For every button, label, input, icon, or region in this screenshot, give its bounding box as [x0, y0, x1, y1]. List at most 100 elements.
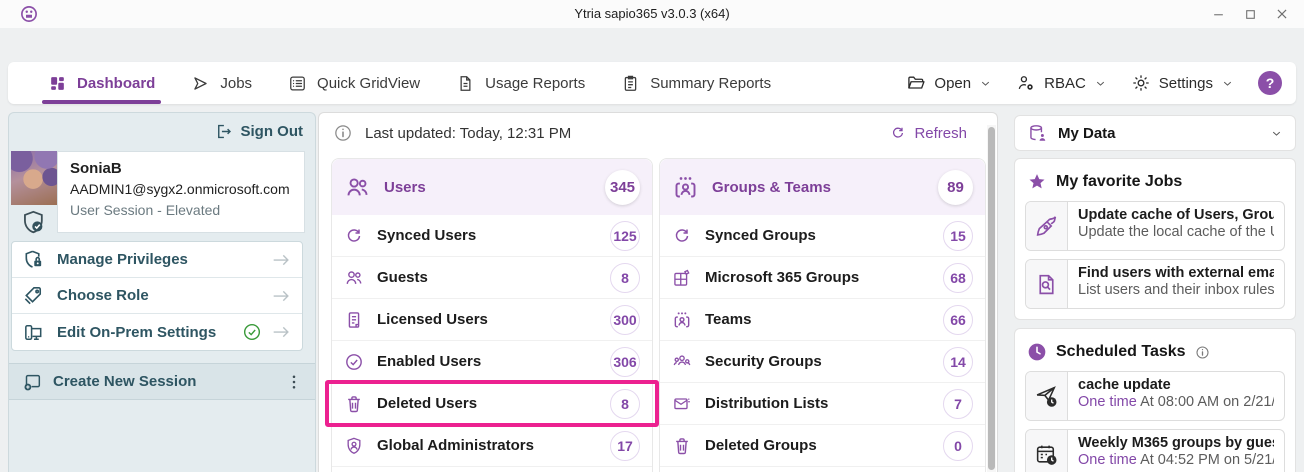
people-group-icon: [672, 352, 692, 372]
create-new-session-button[interactable]: Create New Session: [9, 363, 315, 400]
groups-total-badge: 89: [938, 170, 973, 205]
m365-box-icon: [672, 268, 692, 288]
count-badge: 15: [943, 221, 973, 251]
stat-label: Enabled Users: [377, 353, 481, 370]
stat-label: Licensed Users: [377, 311, 488, 328]
stat-row-distribution-lists[interactable]: Distribution Lists 7: [660, 383, 985, 425]
calendar-clock-icon: [1034, 442, 1059, 467]
count-badge: 300: [610, 305, 640, 335]
jobs-run-icon: [191, 74, 210, 93]
favorite-jobs-card: My favorite Jobs Update cache of Users, …: [1014, 158, 1296, 320]
gridview-list-icon: [288, 74, 307, 93]
stat-row-synced-users[interactable]: Synced Users 125: [332, 215, 652, 257]
stat-row-teams[interactable]: Teams 66: [660, 299, 985, 341]
schedule-detail: At 08:00 AM on 2/21/...: [1137, 394, 1274, 410]
favorite-jobs-title: My favorite Jobs: [1056, 173, 1182, 191]
kebab-menu-icon[interactable]: [285, 373, 303, 391]
tab-label: Usage Reports: [485, 75, 585, 92]
refresh-button[interactable]: Refresh: [890, 125, 967, 142]
users-total-badge: 345: [605, 170, 640, 205]
chevron-down-icon: [1270, 127, 1283, 140]
stat-row-deleted-groups[interactable]: Deleted Groups 0: [660, 425, 985, 467]
chevron-down-icon: [1094, 77, 1107, 90]
titlebar: Ytria sapio365 v3.0.3 (x64): [0, 0, 1304, 28]
dashboard-header: Last updated: Today, 12:31 PM Refresh: [319, 113, 997, 153]
tab-jobs[interactable]: Jobs: [191, 62, 252, 104]
send-clock-icon: [1034, 384, 1059, 409]
groups-card-title: Groups & Teams: [712, 179, 831, 196]
sign-out-button[interactable]: Sign Out: [214, 122, 304, 141]
stat-row-enabled-users[interactable]: Enabled Users 306: [332, 341, 652, 383]
sign-out-label: Sign Out: [241, 123, 304, 140]
open-menu-label: Open: [934, 75, 971, 92]
count-badge: 0: [943, 431, 973, 461]
stat-row-security-groups[interactable]: Security Groups 14: [660, 341, 985, 383]
usage-reports-doc-icon: [456, 74, 475, 93]
stat-row-deleted-users[interactable]: Deleted Users 8: [332, 383, 652, 425]
licensed-doc-icon: [344, 310, 364, 330]
tabs: Dashboard Jobs Quick GridView Usage Repo…: [48, 62, 771, 104]
summary-reports-clipboard-icon: [621, 74, 640, 93]
stat-label: Synced Groups: [705, 227, 816, 244]
stat-row-microsoft-365-groups[interactable]: Microsoft 365 Groups 68: [660, 257, 985, 299]
rbac-menu-button[interactable]: RBAC: [1016, 73, 1107, 93]
open-menu-button[interactable]: Open: [906, 73, 992, 93]
settings-gear-icon: [1131, 73, 1151, 93]
stat-label: Global Administrators: [377, 437, 534, 454]
tab-label: Quick GridView: [317, 75, 420, 92]
last-updated-label: Last updated: Today, 12:31 PM: [365, 125, 571, 142]
count-badge: 306: [610, 347, 640, 377]
minimize-button[interactable]: [1202, 0, 1234, 28]
manage-privileges-button[interactable]: Manage Privileges: [12, 242, 302, 278]
sync-icon: [672, 226, 692, 246]
stat-row-global-administrators[interactable]: Global Administrators 17: [332, 425, 652, 467]
stat-row-licensed-users[interactable]: Licensed Users 300: [332, 299, 652, 341]
job-item-update-cache[interactable]: Update cache of Users, Groups... Update …: [1025, 201, 1285, 251]
scheduled-tasks-title: Scheduled Tasks: [1056, 343, 1186, 361]
users-card-header[interactable]: Users 345: [332, 159, 652, 215]
chevron-down-icon: [979, 77, 992, 90]
trash-icon: [672, 436, 692, 456]
my-data-database-icon: [1027, 123, 1048, 144]
window-controls: [1202, 0, 1298, 28]
count-badge: 68: [943, 263, 973, 293]
shield-check-icon: [21, 209, 48, 236]
tab-summary-reports[interactable]: Summary Reports: [621, 62, 771, 104]
stat-label: Distribution Lists: [705, 395, 828, 412]
task-item-weekly-m365-groups[interactable]: Weekly M365 groups by guest... One time …: [1025, 429, 1285, 472]
help-button[interactable]: ?: [1258, 71, 1282, 95]
choose-role-button[interactable]: Choose Role: [12, 278, 302, 314]
groups-card-header[interactable]: Groups & Teams 89: [660, 159, 985, 215]
count-badge: 7: [943, 389, 973, 419]
count-badge: 8: [610, 263, 640, 293]
task-title: cache update: [1078, 377, 1274, 393]
chevron-down-icon: [1221, 77, 1234, 90]
rbac-menu-label: RBAC: [1044, 75, 1086, 92]
maximize-button[interactable]: [1234, 0, 1266, 28]
stat-row-guests[interactable]: Guests 8: [332, 257, 652, 299]
task-item-cache-update[interactable]: cache update One time At 08:00 AM on 2/2…: [1025, 371, 1285, 421]
job-item-find-users[interactable]: Find users with external email ... List …: [1025, 259, 1285, 309]
check-circle-icon: [344, 352, 364, 372]
user-card: SoniaB AADMIN1@sygx2.onmicrosoft.com Use…: [57, 151, 305, 233]
tab-usage-reports[interactable]: Usage Reports: [456, 62, 585, 104]
dashboard-panel: Last updated: Today, 12:31 PM Refresh Us…: [318, 112, 998, 472]
close-button[interactable]: [1266, 0, 1298, 28]
trash-icon: [344, 394, 364, 414]
arrow-right-icon: [270, 249, 292, 271]
tab-quick-gridview[interactable]: Quick GridView: [288, 62, 420, 104]
settings-menu-button[interactable]: Settings: [1131, 73, 1234, 93]
scrollbar-thumb[interactable]: [988, 127, 995, 470]
vertical-scrollbar[interactable]: [987, 125, 996, 472]
tab-dashboard[interactable]: Dashboard: [48, 62, 155, 104]
groups-teams-card: Groups & Teams 89 Synced Groups 15 Micro…: [659, 158, 986, 472]
edit-onprem-settings-button[interactable]: Edit On-Prem Settings: [12, 314, 302, 350]
count-badge: 66: [943, 305, 973, 335]
users-card: Users 345 Synced Users 125 Guests 8 Lice…: [331, 158, 653, 472]
stat-row-synced-groups[interactable]: Synced Groups 15: [660, 215, 985, 257]
my-data-card[interactable]: My Data: [1014, 115, 1296, 151]
rbac-person-gear-icon: [1016, 73, 1036, 93]
stat-label: Guests: [377, 269, 428, 286]
info-icon[interactable]: [1195, 345, 1210, 360]
tab-label: Jobs: [220, 75, 252, 92]
